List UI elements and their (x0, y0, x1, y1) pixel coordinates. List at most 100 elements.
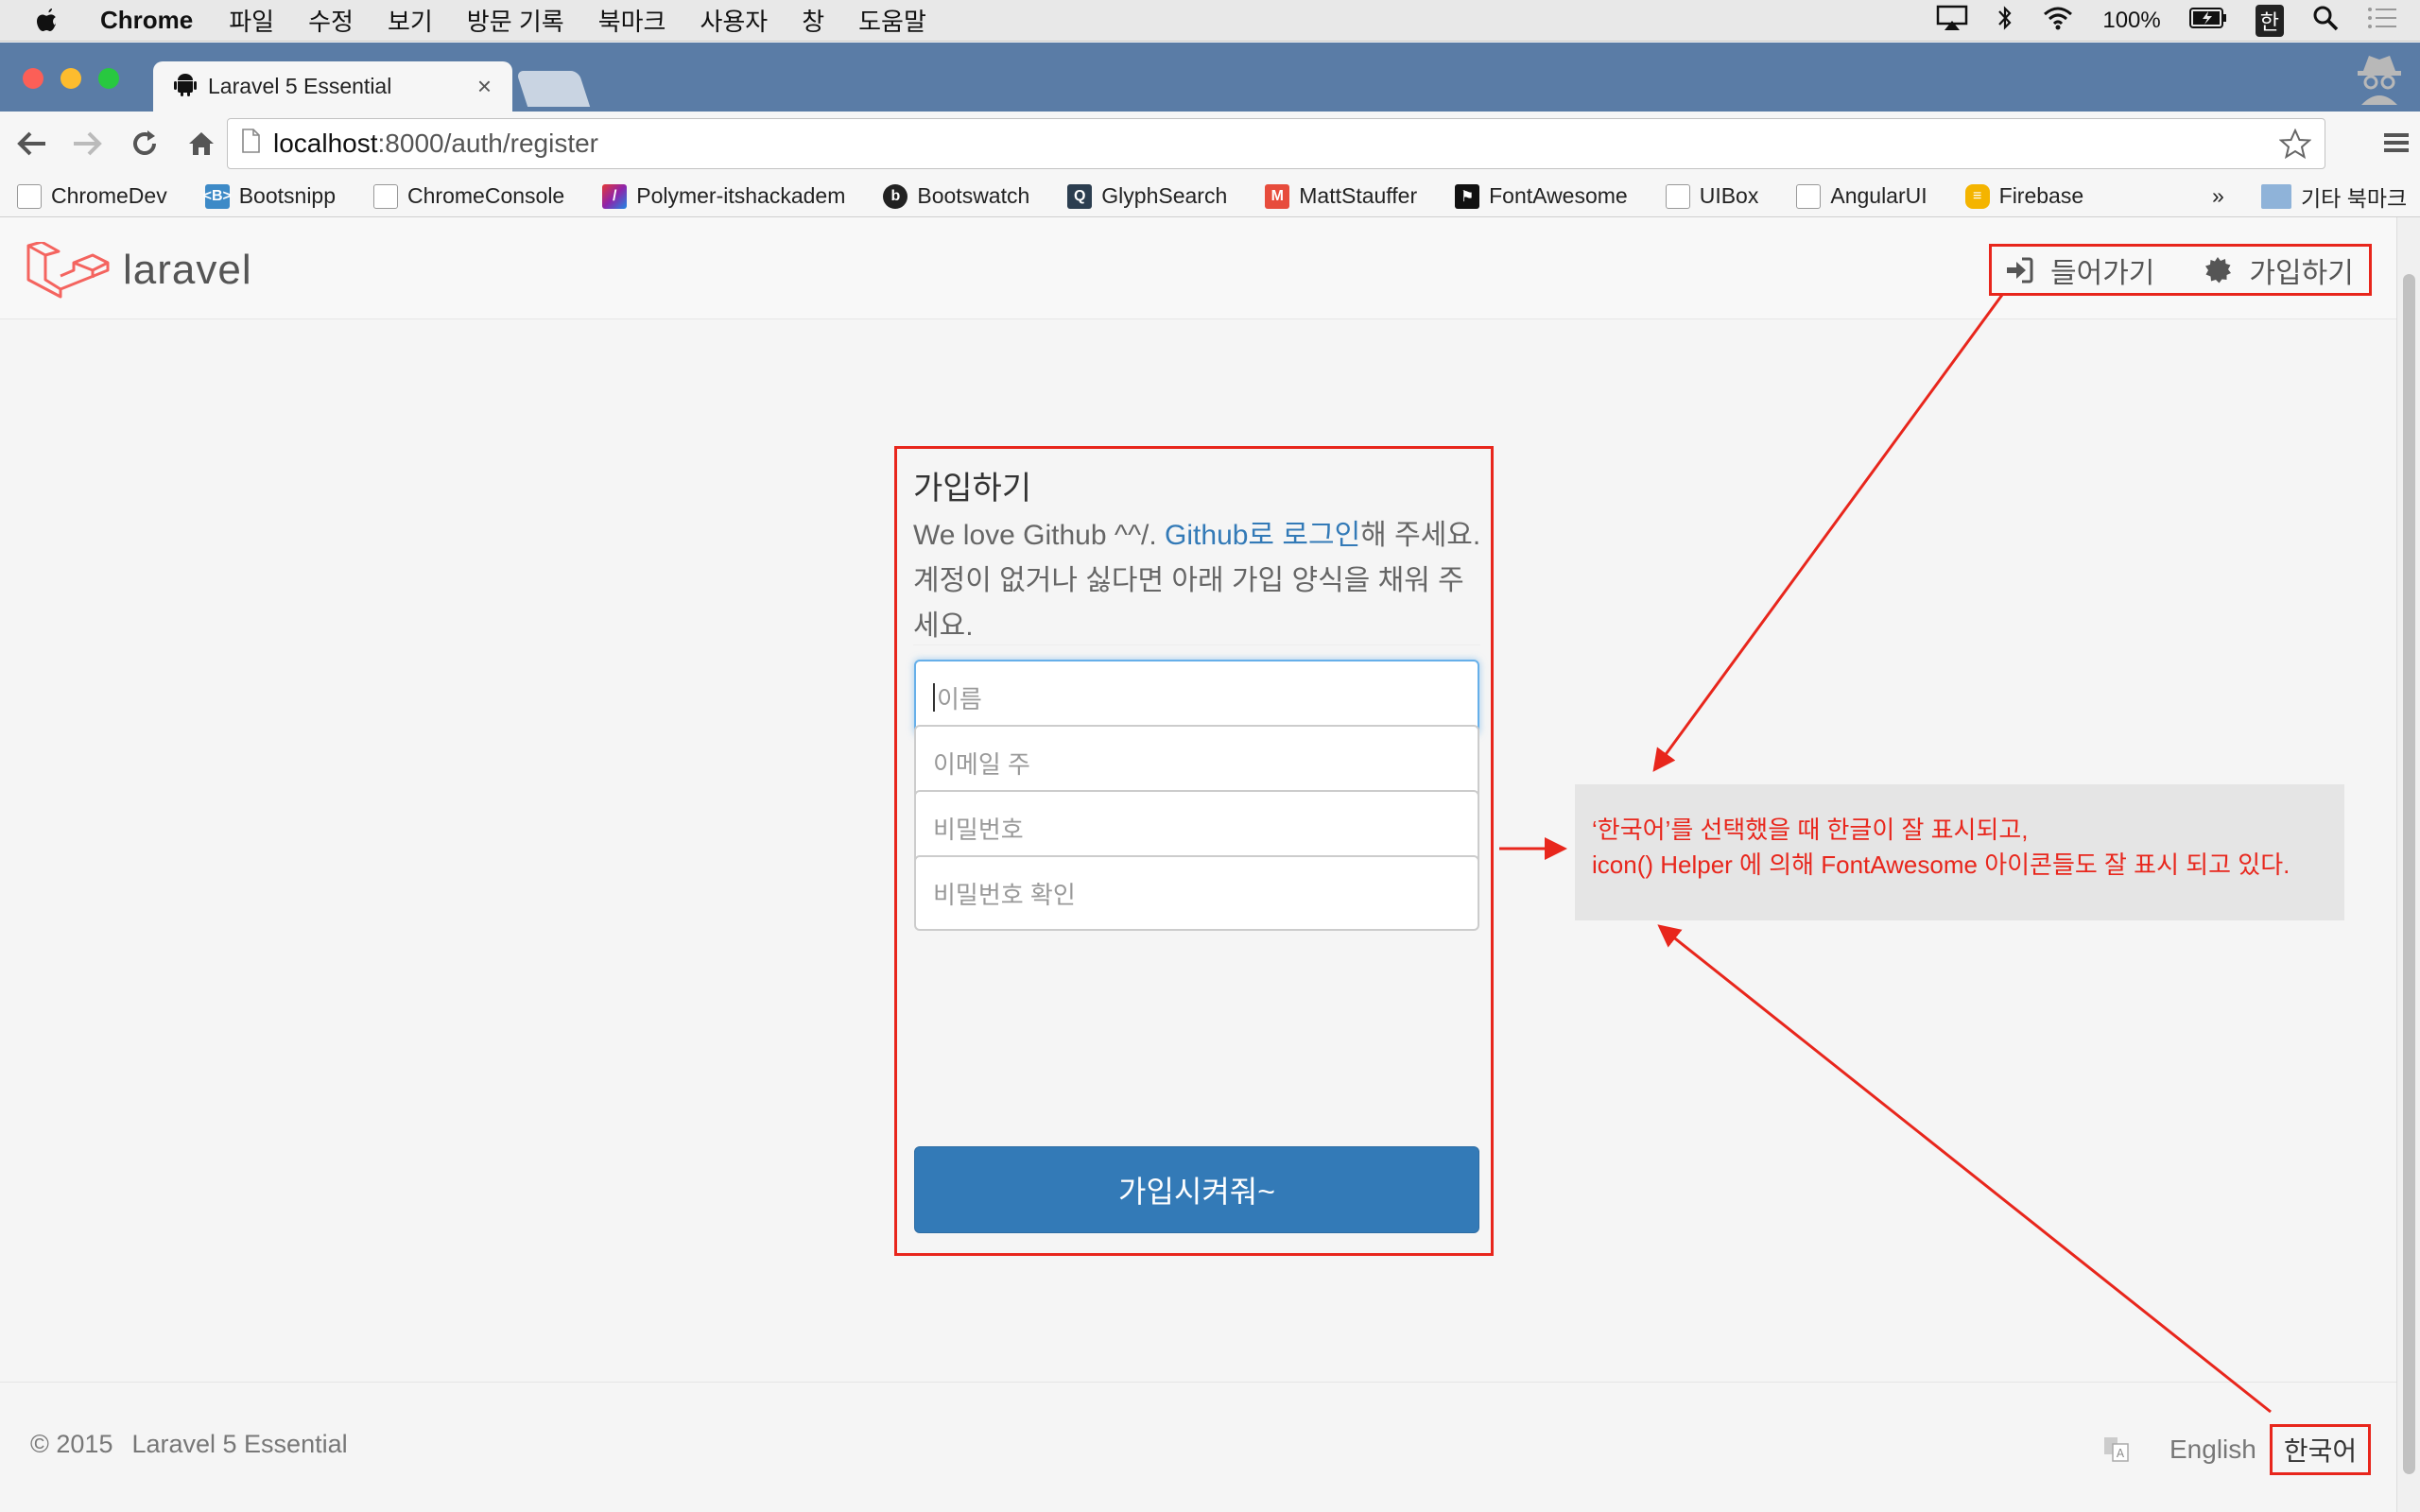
bookmark-glyphsearch[interactable]: Q GlyphSearch (1067, 183, 1227, 209)
forward-button[interactable] (62, 118, 113, 169)
window-minimize-button[interactable] (60, 68, 81, 89)
tab-active[interactable]: Laravel 5 Essential × (153, 61, 512, 112)
bookmark-label: UIBox (1699, 183, 1759, 208)
window-close-button[interactable] (23, 68, 43, 89)
site-navbar: laravel 들어가기 가입하기 (0, 217, 2396, 319)
glyphsearch-icon: Q (1067, 183, 1093, 209)
bootswatch-icon: b (883, 183, 908, 209)
window-zoom-button[interactable] (98, 68, 119, 89)
site-footer: © 2015 Laravel 5 Essential A English 한국어 (0, 1382, 2396, 1512)
sign-in-icon (2007, 257, 2033, 283)
polymer-icon: / (602, 183, 628, 209)
bookmark-chromedev[interactable]: ChromeDev (17, 183, 167, 209)
bookmark-polymer[interactable]: / Polymer-itshackadem (602, 183, 845, 209)
email-input[interactable]: 이메일 주 (914, 725, 1479, 800)
register-title: 가입하기 (913, 471, 1032, 507)
github-login-link[interactable]: Github로 로그인 (1165, 520, 1360, 551)
folder-icon (2261, 183, 2291, 209)
tab-title: Laravel 5 Essential (208, 74, 392, 98)
macos-menubar: Chrome 파일 수정 보기 방문 기록 북마크 사용자 창 도움말 100%… (0, 0, 2420, 42)
bookmarks-overflow-button[interactable]: » (2212, 183, 2224, 209)
name-input[interactable]: 이름 (914, 660, 1479, 735)
menu-history[interactable]: 방문 기록 (467, 3, 564, 38)
menu-window[interactable]: 창 (802, 3, 824, 38)
nav-register-link[interactable]: 가입하기 (2204, 249, 2354, 291)
apple-icon[interactable] (34, 6, 72, 36)
svg-text:A: A (2117, 1447, 2125, 1460)
web-page: laravel 들어가기 가입하기 가입하기 We love Github ^^… (0, 217, 2396, 1512)
bookmark-star-icon[interactable] (2278, 128, 2312, 165)
bookmark-label: Bootsnipp (238, 183, 337, 208)
nav-login-link[interactable]: 들어가기 (2005, 249, 2154, 291)
bookmark-label: 기타 북마크 (2301, 185, 2408, 211)
password-placeholder: 비밀번호 (933, 815, 1024, 844)
page-icon (1665, 183, 1690, 209)
bookmark-bootswatch[interactable]: b Bootswatch (883, 183, 1029, 209)
menu-help[interactable]: 도움말 (858, 3, 926, 38)
url-host: localhost (273, 129, 378, 158)
menu-view[interactable]: 보기 (388, 3, 433, 38)
register-submit-button[interactable]: 가입시켜줘~ (914, 1146, 1479, 1233)
annotation-line-2: icon() Helper 에 의해 FontAwesome 아이콘들도 잘 표… (1592, 850, 2290, 879)
home-button[interactable] (176, 118, 227, 169)
bookmark-angularui[interactable]: AngularUI (1796, 183, 1927, 209)
chrome-menu-icon[interactable] (2382, 129, 2411, 162)
language-switcher: A English 한국어 (2103, 1424, 2372, 1475)
bookmark-label: Polymer-itshackadem (636, 183, 846, 208)
bookmark-label: Firebase (1998, 183, 2084, 208)
bookmark-fontawesome[interactable]: ⚑ FontAwesome (1455, 183, 1628, 209)
tab-close-icon[interactable]: × (477, 72, 492, 101)
back-button[interactable] (6, 118, 57, 169)
password-confirm-input[interactable]: 비밀번호 확인 (914, 855, 1479, 931)
android-favicon-icon (174, 72, 197, 102)
bookmark-uibox[interactable]: UIBox (1665, 183, 1759, 209)
battery-icon[interactable] (2188, 7, 2227, 35)
bookmark-label: FontAwesome (1489, 183, 1628, 208)
bookmark-label: ChromeConsole (407, 183, 565, 208)
address-bar[interactable]: localhost:8000/auth/register (227, 118, 2325, 169)
password-confirm-placeholder: 비밀번호 확인 (933, 880, 1076, 909)
spotlight-search-icon[interactable] (2312, 5, 2339, 38)
bookmark-chromeconsole[interactable]: ChromeConsole (373, 183, 564, 209)
site-logo[interactable]: laravel (26, 242, 252, 299)
password-input[interactable]: 비밀번호 (914, 790, 1479, 866)
lang-korean-link[interactable]: 한국어 (2269, 1424, 2372, 1475)
wifi-icon[interactable] (2042, 6, 2074, 37)
laravel-logo-icon (26, 242, 110, 299)
new-tab-button[interactable] (515, 71, 591, 107)
tab-strip: Laravel 5 Essential × (0, 43, 2420, 112)
scrollbar-thumb[interactable] (2403, 274, 2415, 1474)
browser-toolbar: localhost:8000/auth/register (0, 112, 2420, 176)
incognito-icon (2354, 50, 2405, 105)
bookmark-folder-other[interactable]: 기타 북마크 (2261, 180, 2407, 213)
language-icon: A (2104, 1437, 2129, 1462)
divider (913, 644, 1480, 645)
bluetooth-icon[interactable] (1996, 4, 2014, 39)
notification-center-icon[interactable] (2367, 7, 2397, 36)
certificate-icon (2205, 256, 2232, 283)
nav-login-label: 들어가기 (2050, 257, 2155, 289)
bookmark-label: AngularUI (1830, 183, 1927, 208)
menu-edit[interactable]: 수정 (308, 3, 354, 38)
input-method-indicator[interactable]: 한 (2255, 5, 2284, 37)
page-icon (373, 183, 399, 209)
menu-bookmarks[interactable]: 북마크 (598, 3, 666, 38)
menu-file[interactable]: 파일 (229, 3, 274, 38)
menu-people[interactable]: 사용자 (700, 3, 768, 38)
overflow-chevron-icon: » (2212, 183, 2224, 208)
page-icon (1796, 183, 1822, 209)
reload-button[interactable] (119, 118, 170, 169)
fontawesome-flag-icon: ⚑ (1455, 183, 1480, 209)
name-placeholder: 이름 (937, 684, 982, 713)
bookmark-label: Bootswatch (917, 183, 1030, 208)
bookmark-label: GlyphSearch (1101, 183, 1228, 208)
bookmark-mattstauffer[interactable]: M MattStauffer (1265, 183, 1417, 209)
lang-english-link[interactable]: English (2169, 1435, 2256, 1465)
menu-app-name[interactable]: Chrome (100, 6, 193, 35)
page-scrollbar[interactable] (2396, 217, 2420, 1512)
bookmark-bootsnipp[interactable]: <B> Bootsnipp (203, 183, 337, 209)
airplay-icon[interactable] (1936, 5, 1968, 38)
copyright-year: © 2015 (30, 1430, 113, 1458)
nav-register-label: 가입하기 (2249, 257, 2354, 289)
bookmark-firebase[interactable]: ≡ Firebase (1964, 183, 2084, 209)
